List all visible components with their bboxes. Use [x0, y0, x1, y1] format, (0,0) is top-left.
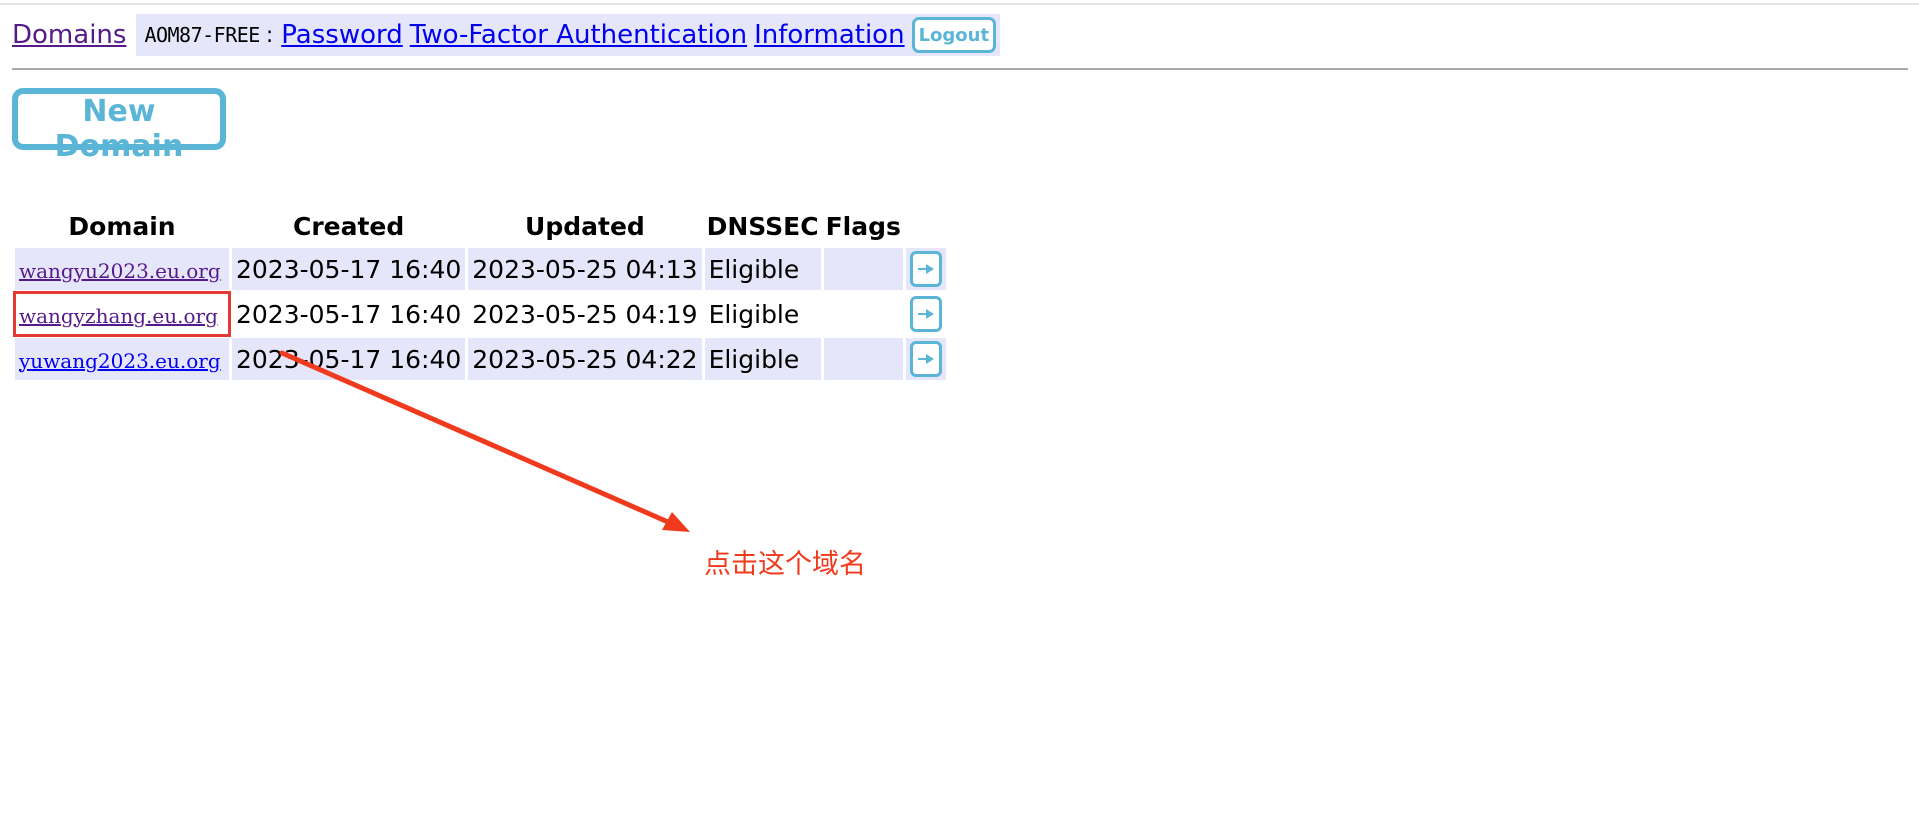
user-handle: AOM87-FREE	[144, 23, 260, 47]
logout-button[interactable]: Logout	[911, 17, 997, 53]
flags-cell	[823, 248, 903, 290]
updated-cell: 2023-05-25 04:19	[472, 299, 698, 329]
header-dnssec: DNSSEC	[706, 211, 819, 241]
flags-cell	[823, 338, 903, 380]
go-button[interactable]	[909, 296, 942, 332]
table-row: wangyzhang.eu.org 2023-05-17 16:40 2023-…	[13, 291, 946, 337]
top-nav: Domains AOM87-FREE : Password Two-Factor…	[12, 14, 1001, 56]
table-header-row: Domain Created Updated DNSSEC Flags	[15, 207, 946, 245]
arrow-right-icon	[917, 264, 934, 274]
go-button[interactable]	[909, 341, 942, 377]
created-cell: 2023-05-17 16:40	[236, 299, 462, 329]
table-row: wangyu2023.eu.org 2023-05-17 16:40 2023-…	[15, 248, 946, 290]
table-row: yuwang2023.eu.org 2023-05-17 16:40 2023-…	[15, 338, 946, 380]
dnssec-cell: Eligible	[704, 248, 821, 290]
domain-link[interactable]: wangyu2023.eu.org	[19, 259, 221, 283]
updated-cell: 2023-05-25 04:22	[468, 338, 702, 380]
domains-table: Domain Created Updated DNSSEC Flags wang…	[12, 204, 949, 383]
header-action	[906, 207, 946, 245]
arrow-right-icon	[917, 309, 934, 319]
domain-cell: yuwang2023.eu.org	[15, 338, 229, 380]
top-border	[0, 3, 1919, 5]
action-cell	[906, 293, 946, 335]
nav-separator: :	[265, 22, 274, 48]
arrow-right-icon	[917, 354, 934, 364]
new-domain-button[interactable]: New Domain	[12, 88, 226, 164]
created-cell: 2023-05-17 16:40	[232, 338, 466, 380]
user-nav-box: AOM87-FREE : Password Two-Factor Authent…	[136, 14, 1001, 56]
header-flags: Flags	[825, 211, 901, 241]
created-cell: 2023-05-17 16:40	[232, 248, 466, 290]
annotation-layer	[279, 350, 690, 532]
annotation-label: 点击这个域名	[704, 549, 866, 580]
password-link[interactable]: Password	[281, 20, 402, 50]
header-updated: Updated	[525, 211, 645, 241]
dnssec-cell: Eligible	[704, 338, 821, 380]
domain-link[interactable]: yuwang2023.eu.org	[19, 349, 221, 373]
header-domain: Domain	[68, 211, 176, 241]
annotation-arrowhead-icon	[662, 512, 690, 532]
domain-cell: wangyu2023.eu.org	[15, 248, 229, 290]
domain-cell: wangyzhang.eu.org	[13, 291, 231, 337]
dnssec-cell: Eligible	[708, 299, 800, 329]
header-created: Created	[292, 211, 405, 241]
information-link[interactable]: Information	[754, 20, 905, 50]
go-button[interactable]	[909, 251, 942, 287]
domains-link[interactable]: Domains	[12, 20, 126, 50]
updated-cell: 2023-05-25 04:13	[468, 248, 702, 290]
action-cell	[905, 338, 946, 380]
header-divider	[12, 68, 1908, 70]
domain-link[interactable]: wangyzhang.eu.org	[19, 304, 218, 328]
flags-cell	[824, 293, 903, 335]
action-cell	[905, 248, 946, 290]
two-factor-link[interactable]: Two-Factor Authentication	[410, 20, 747, 50]
